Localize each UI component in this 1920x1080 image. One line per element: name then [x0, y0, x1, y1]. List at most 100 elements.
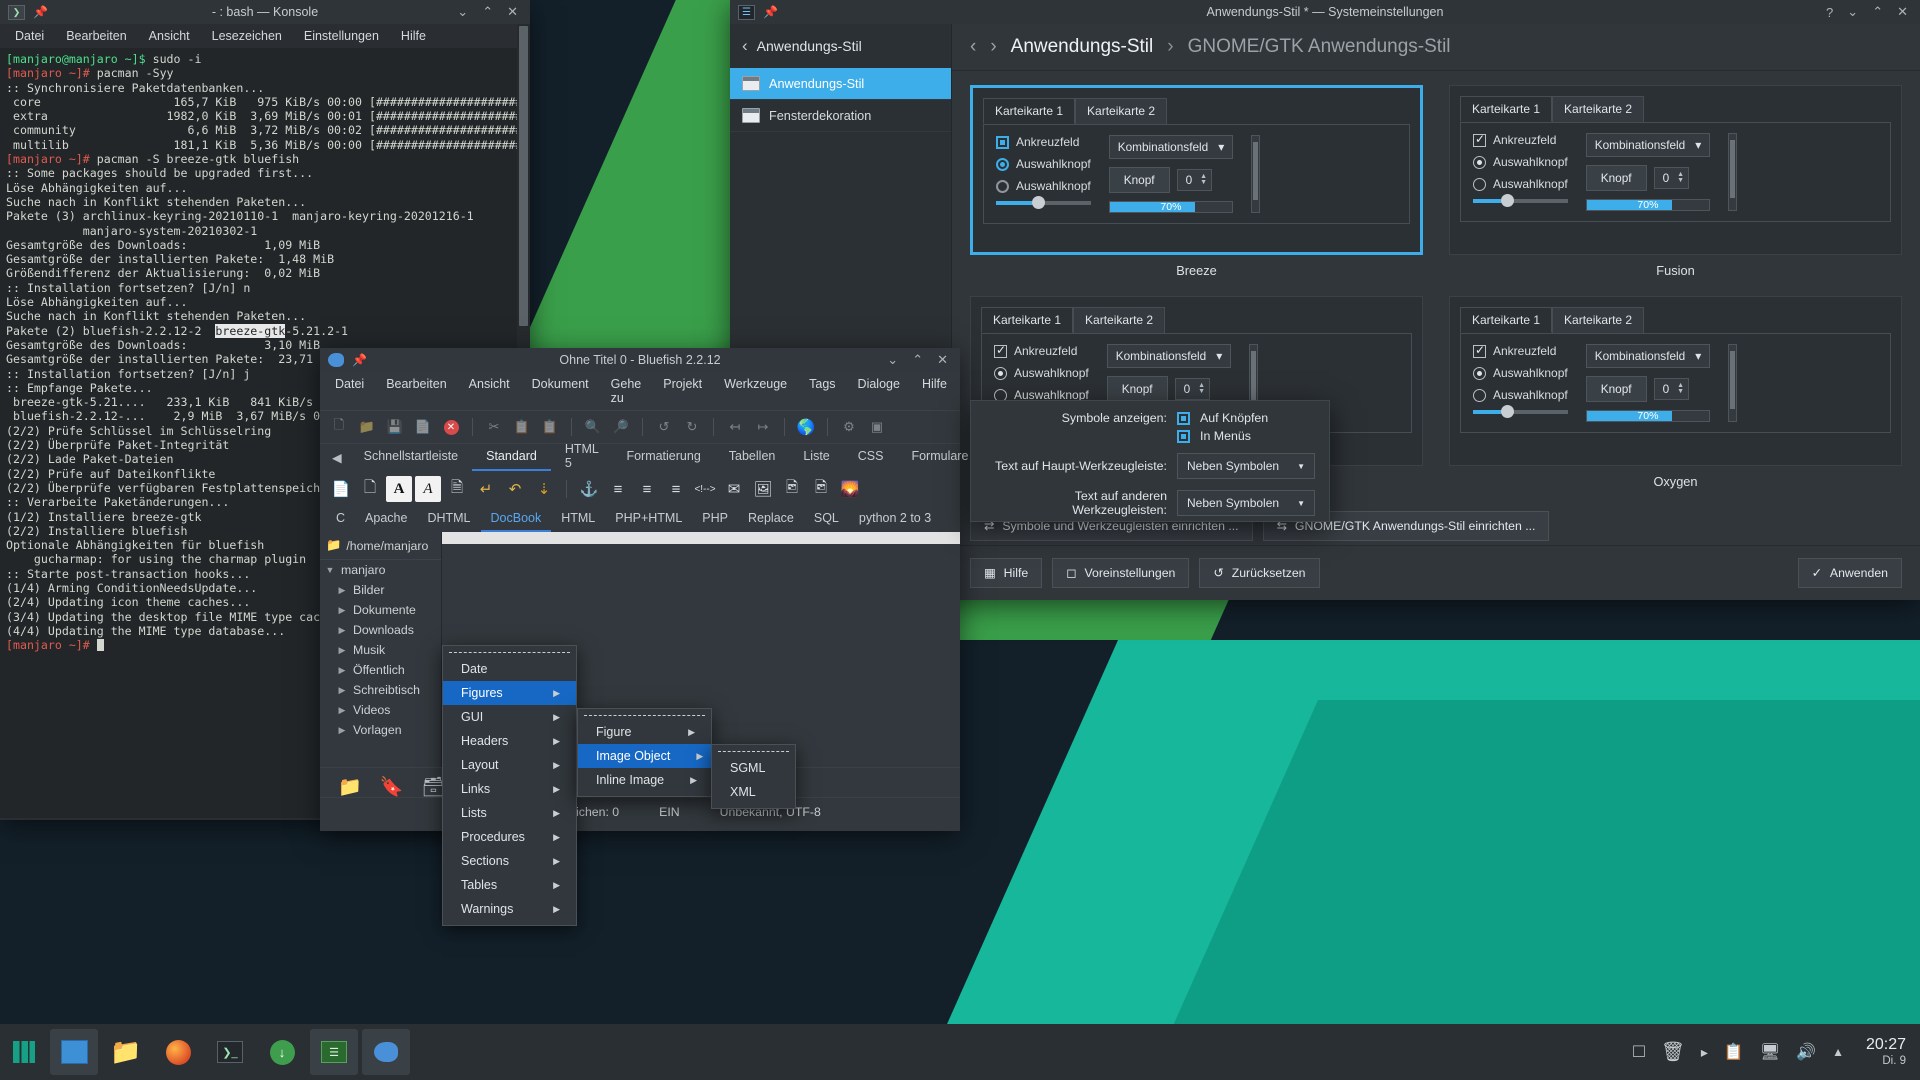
fullscreen-icon[interactable]: ▣	[864, 415, 890, 439]
pin-icon[interactable]: 📌	[352, 353, 367, 367]
bluefish-main-toolbar[interactable]: 🗋 📁 💾 📄 ✕ ✂ 📋 📋 🔍 🔎 ↺ ↻ ↤ ↦ 🌎 ⚙ ▣	[320, 411, 960, 443]
chevron-right-icon[interactable]: ▶	[336, 605, 348, 616]
multi-thumbnail-icon[interactable]: 🖻	[779, 476, 805, 502]
sidebar-back-header[interactable]: ‹ Anwendungs-Stil	[730, 24, 951, 68]
preview-combobox[interactable]: Kombinationsfeld ▾	[1108, 135, 1234, 159]
konsole-menu-lesezeichen[interactable]: Lesezeichen	[201, 24, 293, 48]
style-preview-card-fusion[interactable]: Karteikarte 1Karteikarte 2 Ankreuzfeld Aus…	[1449, 85, 1902, 255]
konsole-menu-ansicht[interactable]: Ansicht	[138, 24, 201, 48]
preview-spinbox[interactable]: 0 ▲ ▼	[1176, 169, 1213, 191]
search-icon[interactable]: 🔍	[580, 415, 606, 439]
konsole-window-controls[interactable]: ⌄ ⌃ ✕	[457, 4, 530, 20]
preview-scrollbar-thumb[interactable]	[1253, 142, 1259, 200]
bluefish-tab-standard[interactable]: Standard	[472, 444, 551, 471]
preview-spinbox[interactable]: 0 ▲ ▼	[1653, 378, 1690, 400]
docbook-item-headers[interactable]: Headers ▶	[443, 729, 576, 753]
bluefish-menu-dialoge[interactable]: Dialoge	[847, 372, 911, 410]
preview-scrollbar[interactable]	[1728, 133, 1738, 211]
close-icon[interactable]: ✕	[507, 4, 518, 20]
taskbar-item-firefox[interactable]	[154, 1029, 202, 1075]
preview-radio-unselected[interactable]	[996, 179, 1009, 193]
unindent-icon[interactable]: ↤	[722, 415, 748, 439]
open-file-icon[interactable]: 📁	[354, 415, 380, 439]
chevron-down-icon[interactable]: ▼	[1198, 388, 1205, 395]
email-icon[interactable]: ✉	[721, 476, 747, 502]
file-tree-item[interactable]: ▶ Downloads	[320, 620, 441, 640]
preview-checkbox[interactable]	[1473, 343, 1486, 358]
konsole-scrollbar-thumb[interactable]	[519, 26, 528, 326]
preview-slider-knob[interactable]	[1501, 405, 1515, 418]
bold-icon[interactable]: A	[386, 476, 412, 502]
clipboard-icon[interactable]: 📋	[1724, 1042, 1744, 1062]
desktop-pager-icon[interactable]: □	[1633, 1041, 1644, 1063]
save-as-icon[interactable]: 📄	[410, 415, 436, 439]
docbook-item-date[interactable]: Date	[443, 657, 576, 681]
comment-icon[interactable]: <!-->	[692, 476, 718, 502]
file-tree-item[interactable]: ▶ Dokumente	[320, 600, 441, 620]
docbook-item-warnings[interactable]: Warnings ▶	[443, 897, 576, 921]
breadcrumb[interactable]: ‹ › Anwendungs-Stil › GNOME/GTK Anwendun…	[952, 24, 1920, 71]
preview-tabbar[interactable]: Karteikarte 1 Karteikarte 2	[981, 307, 1412, 333]
maximize-icon[interactable]: ⌃	[1872, 4, 1883, 20]
preview-slider[interactable]	[1473, 194, 1568, 207]
spinner-arrows-icon[interactable]: ▲ ▼	[1200, 173, 1207, 186]
preview-spinbox[interactable]: 0 ▲ ▼	[1174, 378, 1211, 400]
new-file-icon[interactable]: 🗋	[326, 415, 352, 439]
sidebar-item-list[interactable]: Anwendungs-Stil Fensterdekoration	[730, 68, 951, 132]
bluefish-menu-datei[interactable]: Datei	[324, 372, 375, 410]
taskbar-item-bluefish[interactable]	[362, 1029, 410, 1075]
pin-icon[interactable]: 📌	[33, 5, 48, 19]
konsole-menu-einstellungen[interactable]: Einstellungen	[293, 24, 390, 48]
non-breaking-space-icon[interactable]: ⇣	[531, 476, 557, 502]
preview-combobox[interactable]: Kombinationsfeld ▾	[1585, 133, 1711, 157]
preview-checkbox[interactable]	[996, 135, 1009, 149]
close-icon[interactable]: ✕	[937, 352, 948, 368]
konsole-menubar[interactable]: Datei Bearbeiten Ansicht Lesezeichen Einstel…	[0, 24, 530, 48]
image-icon[interactable]: 🖼	[750, 476, 776, 502]
volume-icon[interactable]: 🔊	[1796, 1042, 1816, 1062]
preview-tab-1[interactable]: Karteikarte 1	[1460, 96, 1553, 122]
preview-button[interactable]: Knopf	[1585, 376, 1647, 402]
break-clear-icon[interactable]: ↶	[502, 476, 528, 502]
open-folder-icon[interactable]: 📁	[338, 775, 362, 799]
maximize-icon[interactable]: ⌃	[482, 4, 493, 20]
file-tree-item[interactable]: ▶ Öffentlich	[320, 660, 441, 680]
preview-checkbox[interactable]	[1473, 132, 1486, 147]
bluefish-lang-tab-php[interactable]: PHP	[692, 508, 738, 532]
tray-chevron-up-icon[interactable]: ▲	[1832, 1045, 1844, 1059]
bluefish-menubar[interactable]: Datei Bearbeiten Ansicht Dokument Gehe zu Pro…	[320, 372, 960, 411]
chevron-down-icon[interactable]: ▼	[1200, 179, 1207, 186]
bluefish-lang-tab-php-html[interactable]: PHP+HTML	[605, 508, 692, 532]
image-object-item-xml[interactable]: XML	[712, 780, 795, 804]
preview-tabbar[interactable]: Karteikarte 1 Karteikarte 2	[983, 98, 1410, 124]
preview-tab-1[interactable]: Karteikarte 1	[981, 307, 1074, 333]
help-icon[interactable]: ?	[1826, 5, 1833, 20]
bookmark-icon[interactable]: 🔖	[380, 775, 404, 799]
ss-window-controls[interactable]: ? ⌄ ⌃ ✕	[1826, 4, 1920, 20]
preferences-icon[interactable]: ⚙	[836, 415, 862, 439]
bluefish-lang-tab-apache[interactable]: Apache	[355, 508, 417, 532]
chevron-right-icon[interactable]: ▶	[336, 665, 348, 676]
sidebar-item-fensterdekoration[interactable]: Fensterdekoration	[730, 100, 951, 132]
bluefish-menu-werkzeuge[interactable]: Werkzeuge	[713, 372, 798, 410]
spinner-arrows-icon[interactable]: ▲ ▼	[1198, 382, 1205, 395]
pin-icon[interactable]: 📌	[763, 5, 778, 19]
chevron-right-icon[interactable]: ▶	[336, 645, 348, 656]
bluefish-lang-tab-docbook[interactable]: DocBook	[480, 508, 552, 532]
bluefish-titlebar[interactable]: 📌 Ohne Titel 0 - Bluefish 2.2.12 ⌄ ⌃ ✕	[320, 348, 960, 372]
preview-combobox[interactable]: Kombinationsfeld ▾	[1585, 344, 1711, 368]
application-launcher-button[interactable]	[0, 1024, 48, 1080]
quickstart-icon[interactable]: 📄	[328, 476, 354, 502]
chevron-right-icon[interactable]: ▶	[336, 585, 348, 596]
bluefish-tab-css[interactable]: CSS	[844, 444, 898, 471]
breadcrumb-next[interactable]: GNOME/GTK Anwendungs-Stil	[1188, 36, 1451, 58]
file-tree-item[interactable]: ▶ Bilder	[320, 580, 441, 600]
on-buttons-checkbox[interactable]	[1177, 411, 1190, 425]
anchor-icon[interactable]: ⚓	[576, 476, 602, 502]
docbook-item-procedures[interactable]: Procedures ▶	[443, 825, 576, 849]
preview-radio-selected[interactable]	[994, 366, 1007, 380]
bluefish-tabs-row-1[interactable]: ◀ Schnellstartleiste Standard HTML 5 Format…	[320, 442, 1000, 471]
undo-icon[interactable]: ↺	[651, 415, 677, 439]
in-menus-checkbox[interactable]	[1177, 429, 1190, 443]
other-toolbar-select[interactable]: Neben Symbolen ▼	[1177, 490, 1315, 516]
